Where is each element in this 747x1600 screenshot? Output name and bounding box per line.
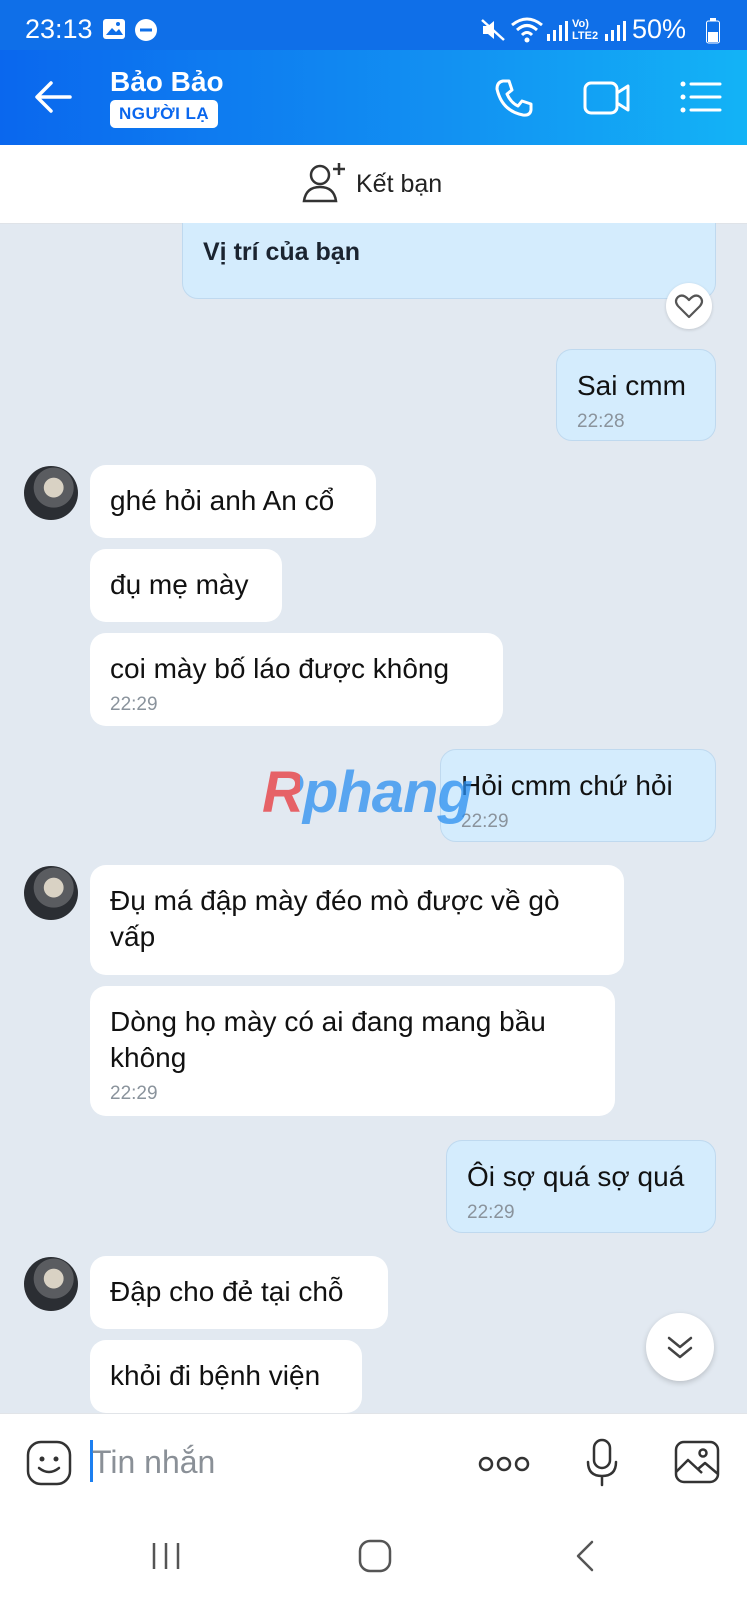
message-text: khỏi đi bệnh viện xyxy=(110,1360,321,1391)
received-message[interactable]: Dòng họ mày có ai đang mang bầu không 22… xyxy=(90,986,615,1116)
message-input-bar: Tin nhắn xyxy=(0,1413,747,1514)
contact-avatar[interactable] xyxy=(24,866,78,920)
message-text: Đập cho đẻ tại chỗ xyxy=(110,1276,344,1307)
double-chevron-down-icon xyxy=(667,1336,693,1359)
image-gallery-icon[interactable] xyxy=(674,1440,720,1489)
signal-icon-2 xyxy=(604,20,626,47)
contact-name[interactable]: Bảo Bảo xyxy=(110,66,224,98)
back-arrow-icon[interactable] xyxy=(34,80,72,119)
video-call-icon[interactable] xyxy=(583,80,631,121)
phone-call-icon[interactable] xyxy=(494,78,534,123)
mute-icon xyxy=(480,17,506,48)
message-time: 22:29 xyxy=(461,811,509,832)
message-text: ghé hỏi anh An cổ xyxy=(110,485,335,516)
watermark-logo: Rphang xyxy=(262,760,473,825)
microphone-icon[interactable] xyxy=(585,1438,619,1493)
message-text: đụ mẹ mày xyxy=(110,569,249,600)
received-message[interactable]: coi mày bố láo được không 22:29 xyxy=(90,633,503,726)
location-caption: Vị trí của bạn xyxy=(203,238,360,266)
heart-icon xyxy=(674,294,704,319)
message-time: 22:28 xyxy=(577,411,625,432)
battery-icon xyxy=(706,18,720,49)
received-message[interactable]: ghé hỏi anh An cổ xyxy=(90,465,376,538)
status-time: 23:13 xyxy=(25,14,93,44)
message-text: Ôi sợ quá sợ quá xyxy=(467,1161,685,1192)
message-time: 22:29 xyxy=(467,1202,515,1223)
message-text: Dòng họ mày có ai đang mang bầu không xyxy=(110,1006,546,1073)
message-text: Hỏi cmm chứ hỏi xyxy=(461,770,673,801)
message-time: 22:29 xyxy=(110,694,158,715)
stranger-badge: NGƯỜI LẠ xyxy=(110,100,219,128)
add-friend-bar[interactable]: Kết bạn xyxy=(0,145,747,224)
signal-icon xyxy=(546,20,568,47)
chat-header: Bảo Bảo NGƯỜI LẠ xyxy=(0,50,747,145)
location-card[interactable]: Vị trí của bạn xyxy=(182,223,716,299)
recent-apps-icon[interactable] xyxy=(150,1541,182,1576)
received-message[interactable]: Đập cho đẻ tại chỗ xyxy=(90,1256,388,1329)
contact-avatar[interactable] xyxy=(24,1257,78,1311)
system-navigation-bar xyxy=(0,1513,747,1600)
contact-avatar[interactable] xyxy=(24,466,78,520)
message-list[interactable]: Vị trí của bạn Sai cmm 22:28 ghé hỏi anh… xyxy=(0,223,747,1413)
scroll-to-bottom-button[interactable] xyxy=(646,1313,714,1381)
sticker-emoji-icon[interactable] xyxy=(26,1440,72,1491)
sent-message[interactable]: Ôi sợ quá sợ quá 22:29 xyxy=(446,1140,716,1233)
more-options-icon[interactable] xyxy=(478,1454,530,1479)
message-time: 22:29 xyxy=(110,1083,158,1104)
volte-icon: Vo) LTE2 xyxy=(572,18,599,42)
home-icon[interactable] xyxy=(358,1539,392,1578)
gallery-notification-icon xyxy=(102,18,126,45)
sent-message[interactable]: Sai cmm 22:28 xyxy=(556,349,716,441)
menu-list-icon[interactable] xyxy=(680,80,722,119)
battery-percent: 50% xyxy=(632,14,687,44)
react-heart-button[interactable] xyxy=(666,283,712,329)
message-text: Sai cmm xyxy=(577,370,686,401)
received-message[interactable]: đụ mẹ mày xyxy=(90,549,282,622)
message-input[interactable]: Tin nhắn xyxy=(92,1444,215,1481)
wifi-icon xyxy=(510,16,544,49)
sent-message[interactable]: Hỏi cmm chứ hỏi 22:29 xyxy=(440,749,716,842)
add-friend-icon xyxy=(302,161,348,208)
message-text: coi mày bố láo được không xyxy=(110,653,450,684)
received-message[interactable]: Đụ má đập mày đéo mò được về gò vấp xyxy=(90,865,624,975)
system-back-icon[interactable] xyxy=(574,1539,596,1578)
message-text: Đụ má đập mày đéo mò được về gò vấp xyxy=(110,885,560,952)
do-not-disturb-icon xyxy=(134,18,158,47)
received-message[interactable]: khỏi đi bệnh viện xyxy=(90,1340,362,1413)
add-friend-label: Kết bạn xyxy=(356,170,443,198)
